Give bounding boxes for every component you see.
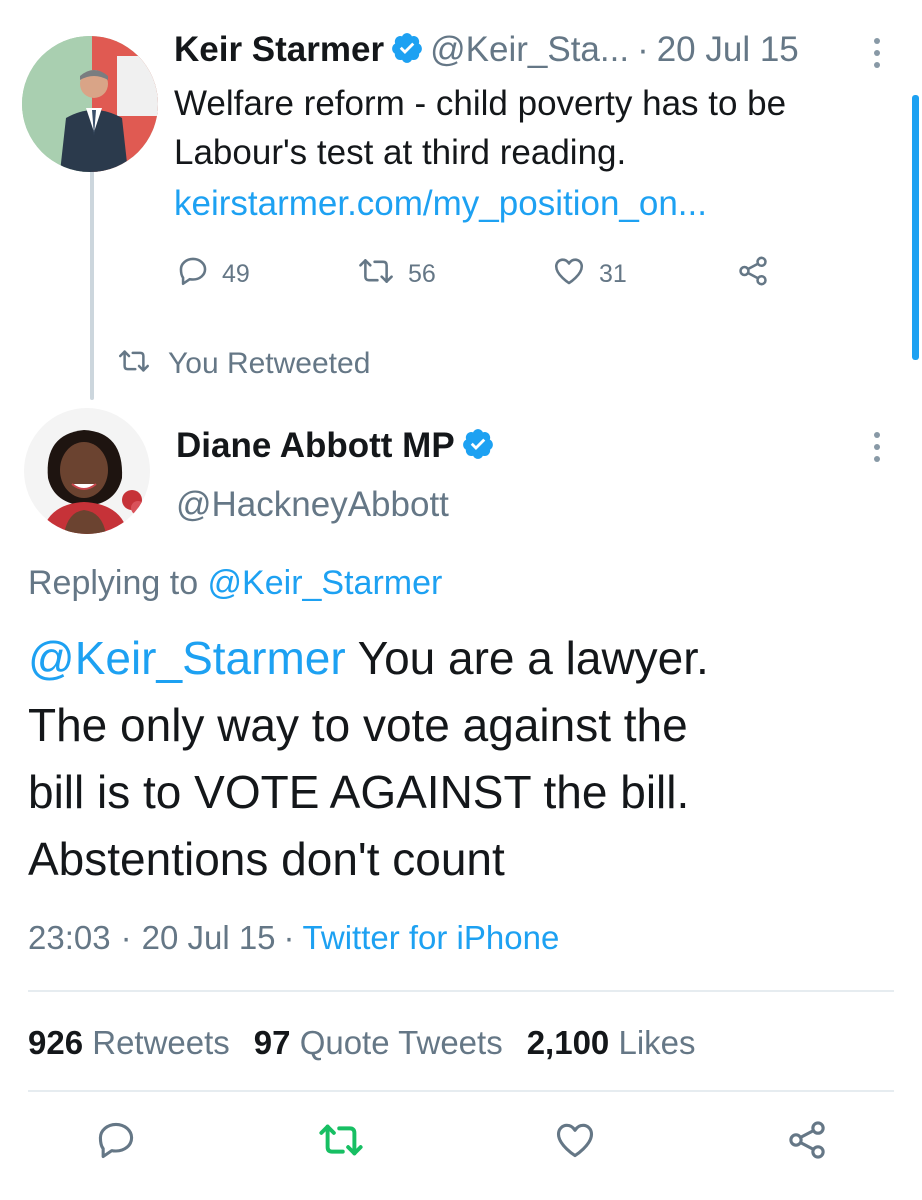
main-tweet-name-row: Diane Abbott MP [176, 426, 501, 470]
parent-reply-count: 49 [222, 260, 250, 288]
main-text-line-1: You are a lawyer. [345, 632, 709, 684]
retweets-stat[interactable]: 926 Retweets [28, 1024, 254, 1061]
replying-to-line: Replying to @Keir_Starmer [28, 563, 442, 603]
main-like-button[interactable] [552, 1118, 598, 1167]
main-handle[interactable]: @HackneyAbbott [176, 485, 449, 525]
main-retweet-button[interactable] [316, 1118, 366, 1167]
parent-like-button[interactable]: 31 [551, 254, 627, 295]
parent-like-count: 31 [599, 260, 627, 288]
retweets-count: 926 [28, 1024, 84, 1061]
parent-date[interactable]: 20 Jul 15 [657, 30, 799, 69]
meta-separator-2: · [283, 919, 295, 956]
thread-connector-line [90, 160, 94, 400]
tweet-date[interactable]: 20 Jul 15 [142, 919, 276, 956]
retweet-icon [316, 1124, 366, 1166]
main-more-options-icon[interactable] [874, 432, 880, 462]
retweet-context: You Retweeted [116, 346, 370, 381]
parent-share-button[interactable] [735, 254, 783, 295]
likes-stat[interactable]: 2,100 Likes [527, 1024, 720, 1061]
parent-link[interactable]: keirstarmer.com/my_position_on... [174, 179, 707, 228]
quotes-label: Quote Tweets [299, 1024, 503, 1061]
tweet-source-link[interactable]: Twitter for iPhone [303, 919, 560, 956]
scroll-indicator[interactable] [912, 95, 919, 360]
retweet-icon [356, 254, 408, 295]
quotes-count: 97 [253, 1024, 291, 1061]
main-share-button[interactable] [784, 1118, 830, 1167]
replying-to-prefix: Replying to [28, 564, 208, 602]
replying-to-handle[interactable]: @Keir_Starmer [208, 564, 443, 602]
main-mention-link[interactable]: @Keir_Starmer [28, 632, 346, 684]
reply-icon [94, 1122, 138, 1166]
reply-icon [176, 254, 222, 295]
verified-badge-icon [461, 427, 495, 470]
parent-text-line-1: Welfare reform - child poverty has to be [174, 84, 787, 123]
main-reply-button[interactable] [94, 1118, 138, 1167]
main-text-line-3: bill is to VOTE AGAINST the bill. [28, 766, 690, 818]
avatar-diane-abbott[interactable] [24, 408, 150, 534]
parent-display-name[interactable]: Keir Starmer [174, 30, 384, 69]
retweet-context-label: You Retweeted [168, 346, 371, 380]
meta-separator-1: · [120, 919, 132, 956]
main-display-name[interactable]: Diane Abbott MP [176, 426, 455, 465]
main-text-line-4: Abstentions don't count [28, 833, 505, 885]
like-icon [552, 1123, 598, 1166]
likes-count: 2,100 [526, 1024, 610, 1061]
share-icon [784, 1121, 830, 1166]
divider-bottom [28, 1090, 894, 1092]
tweet-time[interactable]: 23:03 [28, 919, 111, 956]
parent-retweet-count: 56 [408, 260, 436, 288]
like-icon [551, 254, 599, 295]
parent-reply-button[interactable]: 49 [176, 254, 250, 295]
quotes-stat[interactable]: 97 Quote Tweets [254, 1024, 527, 1061]
main-tweet-text: @Keir_Starmer You are a lawyer. The only… [28, 625, 888, 893]
parent-text-line-2: Labour's test at third reading. [174, 133, 627, 172]
header-separator: · [637, 30, 649, 69]
verified-badge-icon [390, 31, 424, 74]
retweet-context-icon [116, 346, 152, 381]
avatar-keir-starmer[interactable] [22, 36, 158, 172]
parent-retweet-button[interactable]: 56 [356, 254, 436, 295]
main-text-line-2: The only way to vote against the [28, 699, 688, 751]
parent-more-options-icon[interactable] [874, 38, 880, 68]
divider-top [28, 990, 894, 992]
parent-handle[interactable]: @Keir_Sta... [430, 30, 629, 69]
parent-tweet-header: Keir Starmer @Keir_Sta... · 20 Jul 15 [174, 30, 799, 74]
share-icon [735, 254, 783, 295]
likes-label: Likes [618, 1024, 696, 1061]
retweets-label: Retweets [92, 1024, 230, 1061]
engagement-stats: 926 Retweets 97 Quote Tweets 2,100 Likes [28, 1023, 720, 1063]
main-tweet-meta: 23:03 · 20 Jul 15 · Twitter for iPhone [28, 918, 559, 958]
